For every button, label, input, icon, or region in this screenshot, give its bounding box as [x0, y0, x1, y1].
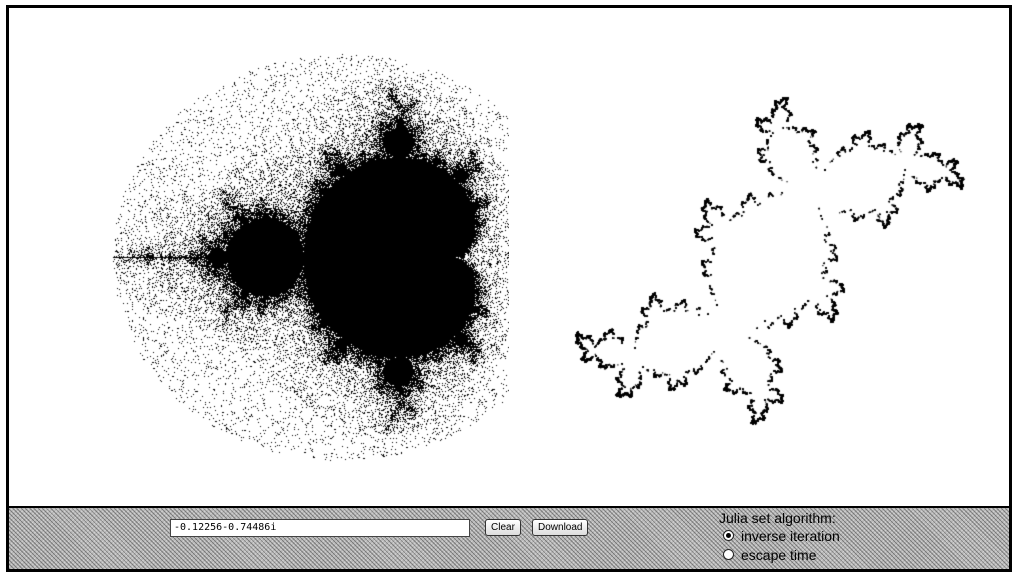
c-value-input[interactable] — [170, 519, 470, 537]
app-window: Clear Download Julia set algorithm: inve… — [6, 5, 1012, 572]
julia-algorithm-group: Julia set algorithm: inverse iteration e… — [719, 510, 840, 564]
escape-time-label: escape time — [741, 546, 817, 563]
download-button[interactable]: Download — [532, 519, 589, 536]
julia-algorithm-title: Julia set algorithm: — [719, 510, 836, 526]
control-bar: Clear Download Julia set algorithm: inve… — [9, 508, 1009, 569]
mandelbrot-canvas[interactable] — [9, 8, 509, 506]
julia-set-canvas — [509, 8, 1009, 506]
inverse-iteration-radio[interactable] — [723, 530, 734, 541]
escape-time-radio[interactable] — [723, 549, 734, 560]
inverse-iteration-label: inverse iteration — [741, 527, 840, 544]
canvas-area — [9, 8, 1009, 508]
clear-button[interactable]: Clear — [485, 519, 521, 536]
escape-time-option[interactable]: escape time — [723, 545, 840, 564]
inverse-iteration-option[interactable]: inverse iteration — [723, 526, 840, 545]
